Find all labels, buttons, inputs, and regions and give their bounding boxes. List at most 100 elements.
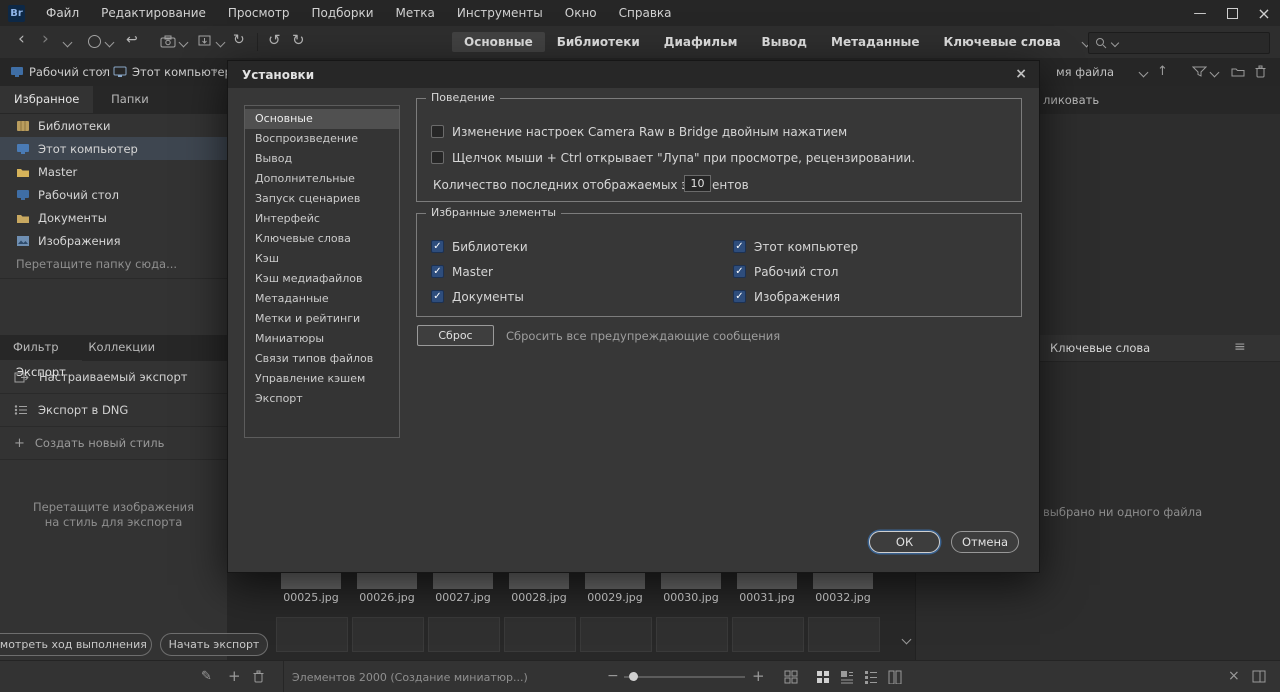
export-item-new-preset[interactable]: + Создать новый стиль xyxy=(0,427,227,460)
tab-filter[interactable]: Фильтр xyxy=(0,335,72,360)
workspace-tab-filmstrip[interactable]: Диафильм xyxy=(652,32,750,52)
favorite-pictures[interactable]: Изображения xyxy=(0,229,227,252)
workspace-tab-keywords[interactable]: Ключевые слова xyxy=(932,32,1073,52)
cancel-button[interactable]: Отмена xyxy=(951,531,1019,553)
downloader-dropdown-icon[interactable] xyxy=(215,37,226,48)
view-list-icon[interactable] xyxy=(864,670,878,684)
start-export-button[interactable]: Начать экспорт xyxy=(160,633,268,656)
menu-edit[interactable]: Редактирование xyxy=(90,0,217,26)
favorite-libraries[interactable]: Библиотеки xyxy=(0,114,227,137)
search-box[interactable] xyxy=(1088,32,1270,54)
nav-dropdown-icon[interactable] xyxy=(62,37,73,48)
thumbnail-size-slider[interactable] xyxy=(624,676,745,678)
maximize-button[interactable] xyxy=(1216,0,1248,26)
refresh-icon[interactable]: ↻ xyxy=(233,32,245,48)
category-keywords[interactable]: Ключевые слова xyxy=(245,229,399,249)
ok-button[interactable]: ОК xyxy=(869,531,940,553)
export-item-custom[interactable]: Настраиваемый экспорт xyxy=(0,361,227,394)
category-media-cache[interactable]: Кэш медиафайлов xyxy=(245,269,399,289)
sort-by-filename-label[interactable]: мя файла xyxy=(1056,65,1114,79)
back-button[interactable]: ‹ xyxy=(18,31,25,48)
panel-menu-icon[interactable]: ≡ xyxy=(1234,339,1246,355)
menu-view[interactable]: Просмотр xyxy=(217,0,301,26)
category-labels-ratings[interactable]: Метки и рейтинги xyxy=(245,309,399,329)
view-columns-icon[interactable] xyxy=(888,670,902,684)
filter-items-icon[interactable] xyxy=(1192,66,1207,77)
return-to-app-icon[interactable]: ↩ xyxy=(126,32,138,48)
menu-label[interactable]: Метка xyxy=(385,0,446,26)
filter-dropdown-icon[interactable] xyxy=(1209,67,1220,78)
tab-favorites[interactable]: Избранное xyxy=(0,86,94,113)
view-thumbnails-icon[interactable] xyxy=(816,670,830,684)
favorite-computer[interactable]: Этот компьютер xyxy=(0,137,227,160)
search-scope-dropdown-icon[interactable] xyxy=(1110,38,1120,48)
category-thumbnails[interactable]: Миниатюры xyxy=(245,329,399,349)
category-metadata[interactable]: Метаданные xyxy=(245,289,399,309)
recent-files-icon[interactable] xyxy=(88,35,101,48)
tab-collections[interactable]: Коллекции xyxy=(75,335,168,360)
menu-tools[interactable]: Инструменты xyxy=(446,0,554,26)
layout-panel-icon[interactable] xyxy=(1252,670,1266,683)
fav-computer-checkbox[interactable]: ✓ xyxy=(733,240,746,253)
fav-desktop-checkbox[interactable]: ✓ xyxy=(733,265,746,278)
workspace-tab-libraries[interactable]: Библиотеки xyxy=(545,32,652,52)
sort-ascending-icon[interactable]: ↑ xyxy=(1157,64,1168,79)
recent-items-input[interactable] xyxy=(684,175,711,192)
menu-file[interactable]: Файл xyxy=(35,0,90,26)
category-interface[interactable]: Интерфейс xyxy=(245,209,399,229)
camera-dropdown-icon[interactable] xyxy=(178,37,189,48)
menu-window[interactable]: Окно xyxy=(554,0,608,26)
tab-publish[interactable]: ликовать xyxy=(1043,93,1099,107)
dialog-title-bar[interactable]: Установки × xyxy=(228,61,1039,88)
zoom-out-icon[interactable]: − xyxy=(607,668,619,684)
reset-button[interactable]: Сброс xyxy=(417,325,494,346)
rotate-ccw-button[interactable]: ↺ xyxy=(268,32,281,48)
photo-downloader-icon[interactable] xyxy=(198,35,213,48)
category-advanced[interactable]: Дополнительные xyxy=(245,169,399,189)
loupe-checkbox[interactable] xyxy=(431,151,444,164)
view-details-icon[interactable] xyxy=(840,670,854,684)
fav-libraries-checkbox[interactable]: ✓ xyxy=(431,240,444,253)
workspace-tab-output[interactable]: Вывод xyxy=(749,32,819,52)
delete-icon[interactable] xyxy=(1255,65,1266,78)
camera-raw-checkbox[interactable] xyxy=(431,125,444,138)
scroll-down-icon[interactable] xyxy=(901,634,912,645)
search-input[interactable] xyxy=(1123,36,1247,50)
export-item-dng[interactable]: Экспорт в DNG xyxy=(0,394,227,427)
fav-documents-checkbox[interactable]: ✓ xyxy=(431,290,444,303)
close-panel-icon[interactable]: × xyxy=(1228,668,1240,684)
favorite-documents[interactable]: Документы xyxy=(0,206,227,229)
forward-button[interactable]: › xyxy=(42,31,49,48)
dialog-close-icon[interactable]: × xyxy=(1015,66,1027,82)
favorite-desktop[interactable]: Рабочий стол xyxy=(0,183,227,206)
rotate-cw-button[interactable]: ↻ xyxy=(292,32,305,48)
menu-stacks[interactable]: Подборки xyxy=(300,0,384,26)
category-export[interactable]: Экспорт xyxy=(245,389,399,409)
category-cache[interactable]: Кэш xyxy=(245,249,399,269)
breadcrumb-desktop[interactable]: Рабочий стол xyxy=(29,65,110,79)
tab-folders[interactable]: Папки xyxy=(97,86,163,113)
recent-dropdown-icon[interactable] xyxy=(104,37,115,48)
edit-preset-icon[interactable]: ✎ xyxy=(201,669,212,684)
category-output[interactable]: Вывод xyxy=(245,149,399,169)
slider-knob[interactable] xyxy=(629,672,638,681)
sort-dropdown-icon[interactable] xyxy=(1138,67,1149,78)
grid-lock-icon[interactable] xyxy=(784,670,798,684)
category-cache-management[interactable]: Управление кэшем xyxy=(245,369,399,389)
category-general[interactable]: Основные xyxy=(245,109,399,129)
menu-help[interactable]: Справка xyxy=(608,0,683,26)
camera-import-icon[interactable] xyxy=(160,35,176,48)
workspace-tab-essentials[interactable]: Основные xyxy=(452,32,545,52)
category-startup-scripts[interactable]: Запуск сценариев xyxy=(245,189,399,209)
fav-master-checkbox[interactable]: ✓ xyxy=(431,265,444,278)
workspace-tab-metadata[interactable]: Метаданные xyxy=(819,32,932,52)
view-progress-button[interactable]: осмотреть ход выполнения xyxy=(0,633,152,656)
close-button[interactable]: × xyxy=(1248,0,1280,26)
zoom-in-icon[interactable]: + xyxy=(752,667,765,685)
favorite-master[interactable]: Master xyxy=(0,160,227,183)
fav-pictures-checkbox[interactable]: ✓ xyxy=(733,290,746,303)
new-folder-icon[interactable] xyxy=(1231,66,1245,77)
delete-preset-icon[interactable] xyxy=(253,670,264,683)
minimize-button[interactable]: — xyxy=(1184,0,1216,26)
add-preset-icon[interactable]: + xyxy=(228,667,241,685)
